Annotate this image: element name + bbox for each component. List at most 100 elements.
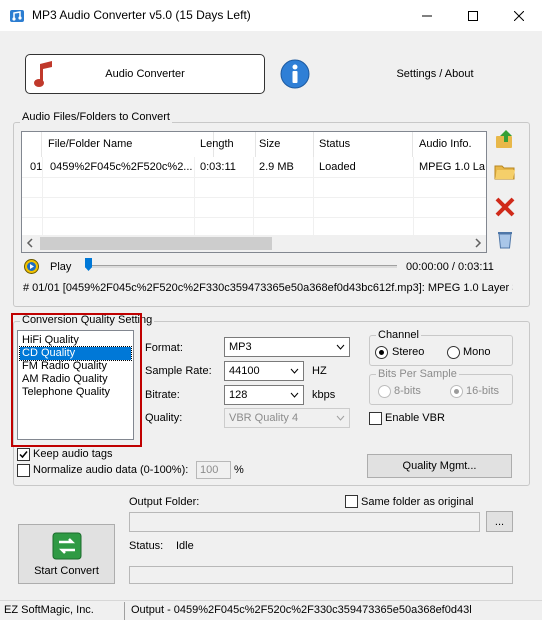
- quality-mgmt-button[interactable]: Quality Mgmt...: [367, 454, 512, 478]
- start-convert-icon: [52, 532, 82, 563]
- grid-vline: [413, 157, 414, 237]
- audio-converter-tab[interactable]: Audio Converter: [25, 54, 265, 94]
- recycle-bin-icon[interactable]: [494, 228, 516, 250]
- chevron-down-icon: [290, 362, 299, 380]
- chevron-down-icon: [290, 386, 299, 404]
- grid-line: [22, 217, 486, 218]
- bitrate-value: 128: [229, 389, 248, 401]
- row-length: 0:03:11: [200, 161, 236, 173]
- column-header-status[interactable]: Status: [313, 132, 413, 157]
- scrollbar-thumb[interactable]: [40, 237, 272, 250]
- file-info-line: # 01/01 [0459%2F045c%2F520c%2F330c359473…: [23, 282, 513, 294]
- chevron-down-icon: [336, 409, 345, 427]
- row-info: MPEG 1.0 La: [419, 161, 486, 173]
- maximize-icon: [468, 10, 478, 21]
- time-display: 00:00:00 / 0:03:11: [406, 261, 494, 273]
- browse-button[interactable]: ...: [486, 511, 513, 532]
- sample-rate-unit: HZ: [312, 365, 327, 377]
- window-title: MP3 Audio Converter v5.0 (15 Days Left): [32, 8, 251, 22]
- bitrate-unit: kbps: [312, 389, 336, 401]
- enable-vbr-label: Enable VBR: [385, 412, 445, 424]
- start-convert-button[interactable]: Start Convert: [18, 524, 115, 584]
- minimize-icon: [422, 15, 432, 16]
- maximize-button[interactable]: [450, 0, 496, 31]
- column-header-name[interactable]: File/Folder Name: [42, 132, 214, 157]
- progress-bar: [129, 566, 513, 584]
- grid-vline: [194, 157, 195, 237]
- output-status-text: Output - 0459%2F045c%2F520c%2F330c359473…: [131, 604, 472, 616]
- format-label: Format:: [145, 342, 183, 354]
- status-value: Idle: [176, 540, 194, 552]
- mono-label: Mono: [463, 346, 491, 358]
- column-header-size[interactable]: Size: [253, 132, 314, 157]
- normalize-input[interactable]: 100: [196, 461, 231, 479]
- sample-rate-value: 44100: [229, 365, 260, 377]
- stereo-radio[interactable]: [375, 346, 388, 359]
- vbr-quality-select[interactable]: VBR Quality 4: [224, 408, 350, 428]
- company-name: EZ SoftMagic, Inc.: [4, 604, 94, 616]
- file-list[interactable]: File/Folder Name Length Size Status Audi…: [21, 131, 487, 253]
- format-select[interactable]: MP3: [224, 337, 350, 357]
- horizontal-scrollbar[interactable]: [22, 235, 486, 252]
- audio-converter-label: Audio Converter: [105, 68, 185, 80]
- keep-tags-checkbox[interactable]: [17, 448, 30, 461]
- channel-label: Channel: [376, 329, 421, 341]
- status-separator: [124, 602, 125, 620]
- settings-about-label: Settings / About: [396, 68, 474, 80]
- same-folder-label: Same folder as original: [361, 496, 474, 508]
- scroll-right-icon[interactable]: [474, 238, 482, 251]
- scroll-left-icon[interactable]: [26, 238, 34, 251]
- vbr-quality-value: VBR Quality 4: [229, 412, 299, 424]
- title-bar: MP3 Audio Converter v5.0 (15 Days Left): [0, 0, 542, 31]
- row-size: 2.9 MB: [259, 161, 294, 173]
- mono-radio[interactable]: [447, 346, 460, 359]
- normalize-label: Normalize audio data (0-100%):: [33, 464, 189, 476]
- same-folder-checkbox[interactable]: [345, 495, 358, 508]
- add-file-icon[interactable]: [494, 128, 516, 150]
- play-label[interactable]: Play: [50, 261, 71, 273]
- column-header-info[interactable]: Audio Info.: [413, 132, 486, 157]
- highlight-box: [11, 313, 142, 447]
- chevron-down-icon: [336, 338, 345, 356]
- bits-label: Bits Per Sample: [376, 368, 459, 380]
- quality-mgmt-label: Quality Mgmt...: [402, 460, 477, 472]
- bitrate-select[interactable]: 128: [224, 385, 304, 405]
- close-button[interactable]: [496, 0, 542, 31]
- remove-icon[interactable]: [494, 196, 516, 218]
- seek-bar[interactable]: [85, 265, 397, 268]
- enable-vbr-checkbox[interactable]: [369, 412, 382, 425]
- grid-vline: [253, 157, 254, 237]
- add-folder-icon[interactable]: [494, 160, 516, 182]
- music-note-icon: [32, 59, 58, 92]
- grid-line: [22, 177, 486, 178]
- status-label: Status:: [129, 540, 164, 552]
- play-icon[interactable]: [24, 259, 39, 277]
- stereo-label: Stereo: [392, 346, 425, 358]
- 16bit-radio[interactable]: [450, 385, 463, 398]
- row-name: 0459%2F045c%2F520c%2...: [50, 161, 193, 173]
- browse-label: ...: [494, 515, 505, 528]
- app-icon: [9, 8, 25, 24]
- normalize-checkbox[interactable]: [17, 464, 30, 477]
- grid-vline: [42, 157, 43, 237]
- column-header-length[interactable]: Length: [194, 132, 256, 157]
- 16bit-label: 16-bits: [466, 385, 500, 397]
- bitrate-label: Bitrate:: [145, 389, 180, 401]
- close-icon: [514, 10, 524, 21]
- minimize-button[interactable]: [404, 0, 450, 31]
- keep-tags-label: Keep audio tags: [33, 448, 113, 460]
- grid-line: [22, 197, 486, 198]
- 8bit-radio[interactable]: [378, 385, 391, 398]
- grid-vline: [313, 157, 314, 237]
- normalize-unit: %: [234, 464, 244, 476]
- 8bit-label: 8-bits: [394, 385, 421, 397]
- sample-rate-select[interactable]: 44100: [224, 361, 304, 381]
- output-folder-input[interactable]: [129, 512, 480, 532]
- status-bar: EZ SoftMagic, Inc. Output - 0459%2F045c%…: [0, 600, 542, 620]
- settings-about-tab[interactable]: Settings / About: [275, 54, 515, 94]
- row-status: Loaded: [319, 161, 356, 173]
- files-group-label: Audio Files/Folders to Convert: [20, 111, 172, 123]
- output-folder-label: Output Folder:: [129, 496, 200, 508]
- app-window: MP3 Audio Converter v5.0 (15 Days Left) …: [0, 0, 542, 620]
- column-header-index[interactable]: [22, 132, 42, 157]
